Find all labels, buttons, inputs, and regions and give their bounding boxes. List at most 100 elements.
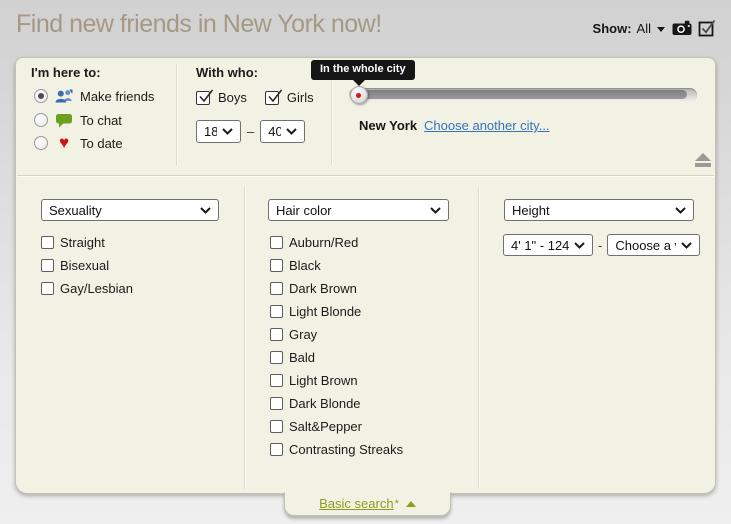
search-panel: I'm here to: Make friends: [15, 57, 716, 494]
checkbox[interactable]: [270, 420, 283, 433]
height-to-value: Choose a val: [615, 238, 676, 253]
height-range: 4' 1" - 124 c - Choose a val: [503, 234, 700, 256]
show-value-dropdown[interactable]: All: [637, 21, 651, 36]
age-from-value: 18: [204, 124, 217, 139]
checkbox-row-contrasting-streaks[interactable]: Contrasting Streaks: [270, 442, 403, 456]
checked-checkbox-icon[interactable]: [698, 19, 717, 37]
page-title: Find new friends in New York now!: [16, 10, 382, 39]
collapse-up-icon[interactable]: [406, 501, 416, 507]
girls-checkbox[interactable]: [265, 91, 279, 105]
checkbox[interactable]: [270, 236, 283, 249]
show-controls: Show: All: [593, 19, 717, 37]
checkbox-label: Salt&Pepper: [289, 419, 362, 434]
divider: [478, 186, 479, 489]
radio-button[interactable]: [34, 113, 48, 127]
height-select[interactable]: Height: [504, 199, 694, 221]
chevron-down-icon: [222, 128, 233, 135]
collapse-panel-button[interactable]: [695, 153, 712, 167]
hair-color-options: Auburn/Red Black Dark Brown Light Blonde…: [270, 235, 403, 465]
heart-icon: ♥: [54, 136, 74, 150]
with-who-checkboxes: Boys Girls: [196, 90, 314, 105]
chat-icon: [54, 113, 74, 128]
checkbox[interactable]: [270, 282, 283, 295]
height-select-value: Height: [512, 203, 550, 218]
checkbox-row-dark-blonde[interactable]: Dark Blonde: [270, 396, 403, 410]
checkbox-row-black[interactable]: Black: [270, 258, 403, 272]
checkbox[interactable]: [270, 351, 283, 364]
radio-label: To date: [80, 136, 123, 151]
chevron-down-icon: [675, 207, 686, 214]
hair-select-value: Hair color: [276, 203, 332, 218]
divider: [17, 175, 714, 176]
height-dash: -: [598, 238, 602, 253]
checkbox-label: Black: [289, 258, 321, 273]
radio-button[interactable]: [34, 89, 48, 103]
checkbox-row-gray[interactable]: Gray: [270, 327, 403, 341]
boys-label: Boys: [218, 90, 247, 105]
checkbox-row-salt-pepper[interactable]: Salt&Pepper: [270, 419, 403, 433]
slider-handle[interactable]: [350, 86, 368, 104]
checkbox-row-auburn-red[interactable]: Auburn/Red: [270, 235, 403, 249]
checkbox-row-light-blonde[interactable]: Light Blonde: [270, 304, 403, 318]
checkbox[interactable]: [41, 282, 54, 295]
radio-label: Make friends: [80, 89, 154, 104]
chevron-down-icon: [286, 128, 297, 135]
checkbox-row-dark-brown[interactable]: Dark Brown: [270, 281, 403, 295]
checkbox-row-bald[interactable]: Bald: [270, 350, 403, 364]
height-from-select[interactable]: 4' 1" - 124 c: [503, 234, 593, 256]
checkbox-label: Straight: [60, 235, 105, 250]
choose-city-link[interactable]: Choose another city...: [424, 118, 550, 133]
checkbox-label: Contrasting Streaks: [289, 442, 403, 457]
checkbox-row-gay-lesbian[interactable]: Gay/Lesbian: [41, 281, 133, 295]
age-to-select[interactable]: 40: [260, 120, 305, 143]
checkbox-label: Dark Blonde: [289, 396, 361, 411]
age-dash: –: [247, 124, 254, 139]
distance-slider[interactable]: [349, 88, 697, 102]
sexuality-options: Straight Bisexual Gay/Lesbian: [41, 235, 133, 304]
checkbox-label: Bald: [289, 350, 315, 365]
hair-color-select[interactable]: Hair color: [268, 199, 449, 221]
girls-label: Girls: [287, 90, 314, 105]
radio-to-date[interactable]: ♥ To date: [34, 134, 123, 152]
height-from-value: 4' 1" - 124 c: [511, 238, 569, 253]
checkbox-row-light-brown[interactable]: Light Brown: [270, 373, 403, 387]
with-who-label: With who:: [196, 65, 258, 80]
checkbox[interactable]: [41, 259, 54, 272]
sexuality-select[interactable]: Sexuality: [41, 199, 219, 221]
checkbox[interactable]: [270, 443, 283, 456]
checkbox-label: Light Blonde: [289, 304, 361, 319]
camera-icon[interactable]: [672, 20, 693, 36]
checkbox-row-bisexual[interactable]: Bisexual: [41, 258, 133, 272]
page: Find new friends in New York now! Show: …: [0, 0, 731, 524]
checkbox-label: Dark Brown: [289, 281, 357, 296]
boys-checkbox[interactable]: [196, 91, 210, 105]
here-to-label: I'm here to:: [31, 65, 101, 80]
people-icon: [54, 89, 74, 104]
collapse-bar-icon: [695, 163, 711, 167]
radio-button[interactable]: [34, 136, 48, 150]
show-label: Show:: [593, 21, 632, 36]
collapse-arrow-icon: [695, 153, 711, 161]
radio-make-friends[interactable]: Make friends: [34, 87, 154, 105]
checkbox[interactable]: [41, 236, 54, 249]
divider: [244, 186, 245, 489]
checkbox-label: Gray: [289, 327, 317, 342]
checkbox[interactable]: [270, 374, 283, 387]
basic-search-link[interactable]: Basic search: [319, 496, 393, 511]
chevron-down-icon[interactable]: [657, 27, 665, 32]
age-to-value: 40: [268, 124, 281, 139]
chevron-down-icon: [681, 242, 692, 249]
age-from-select[interactable]: 18: [196, 120, 241, 143]
height-to-select[interactable]: Choose a val: [607, 234, 700, 256]
checkbox[interactable]: [270, 305, 283, 318]
sexuality-select-value: Sexuality: [49, 203, 102, 218]
slider-tooltip: In the whole city: [311, 60, 415, 80]
checkbox[interactable]: [270, 259, 283, 272]
checkbox-label: Gay/Lesbian: [60, 281, 133, 296]
chevron-down-icon: [430, 207, 441, 214]
checkbox[interactable]: [270, 397, 283, 410]
radio-to-chat[interactable]: To chat: [34, 111, 122, 129]
checkbox[interactable]: [270, 328, 283, 341]
checkbox-row-straight[interactable]: Straight: [41, 235, 133, 249]
basic-search-tab[interactable]: Basic search*: [284, 492, 451, 516]
